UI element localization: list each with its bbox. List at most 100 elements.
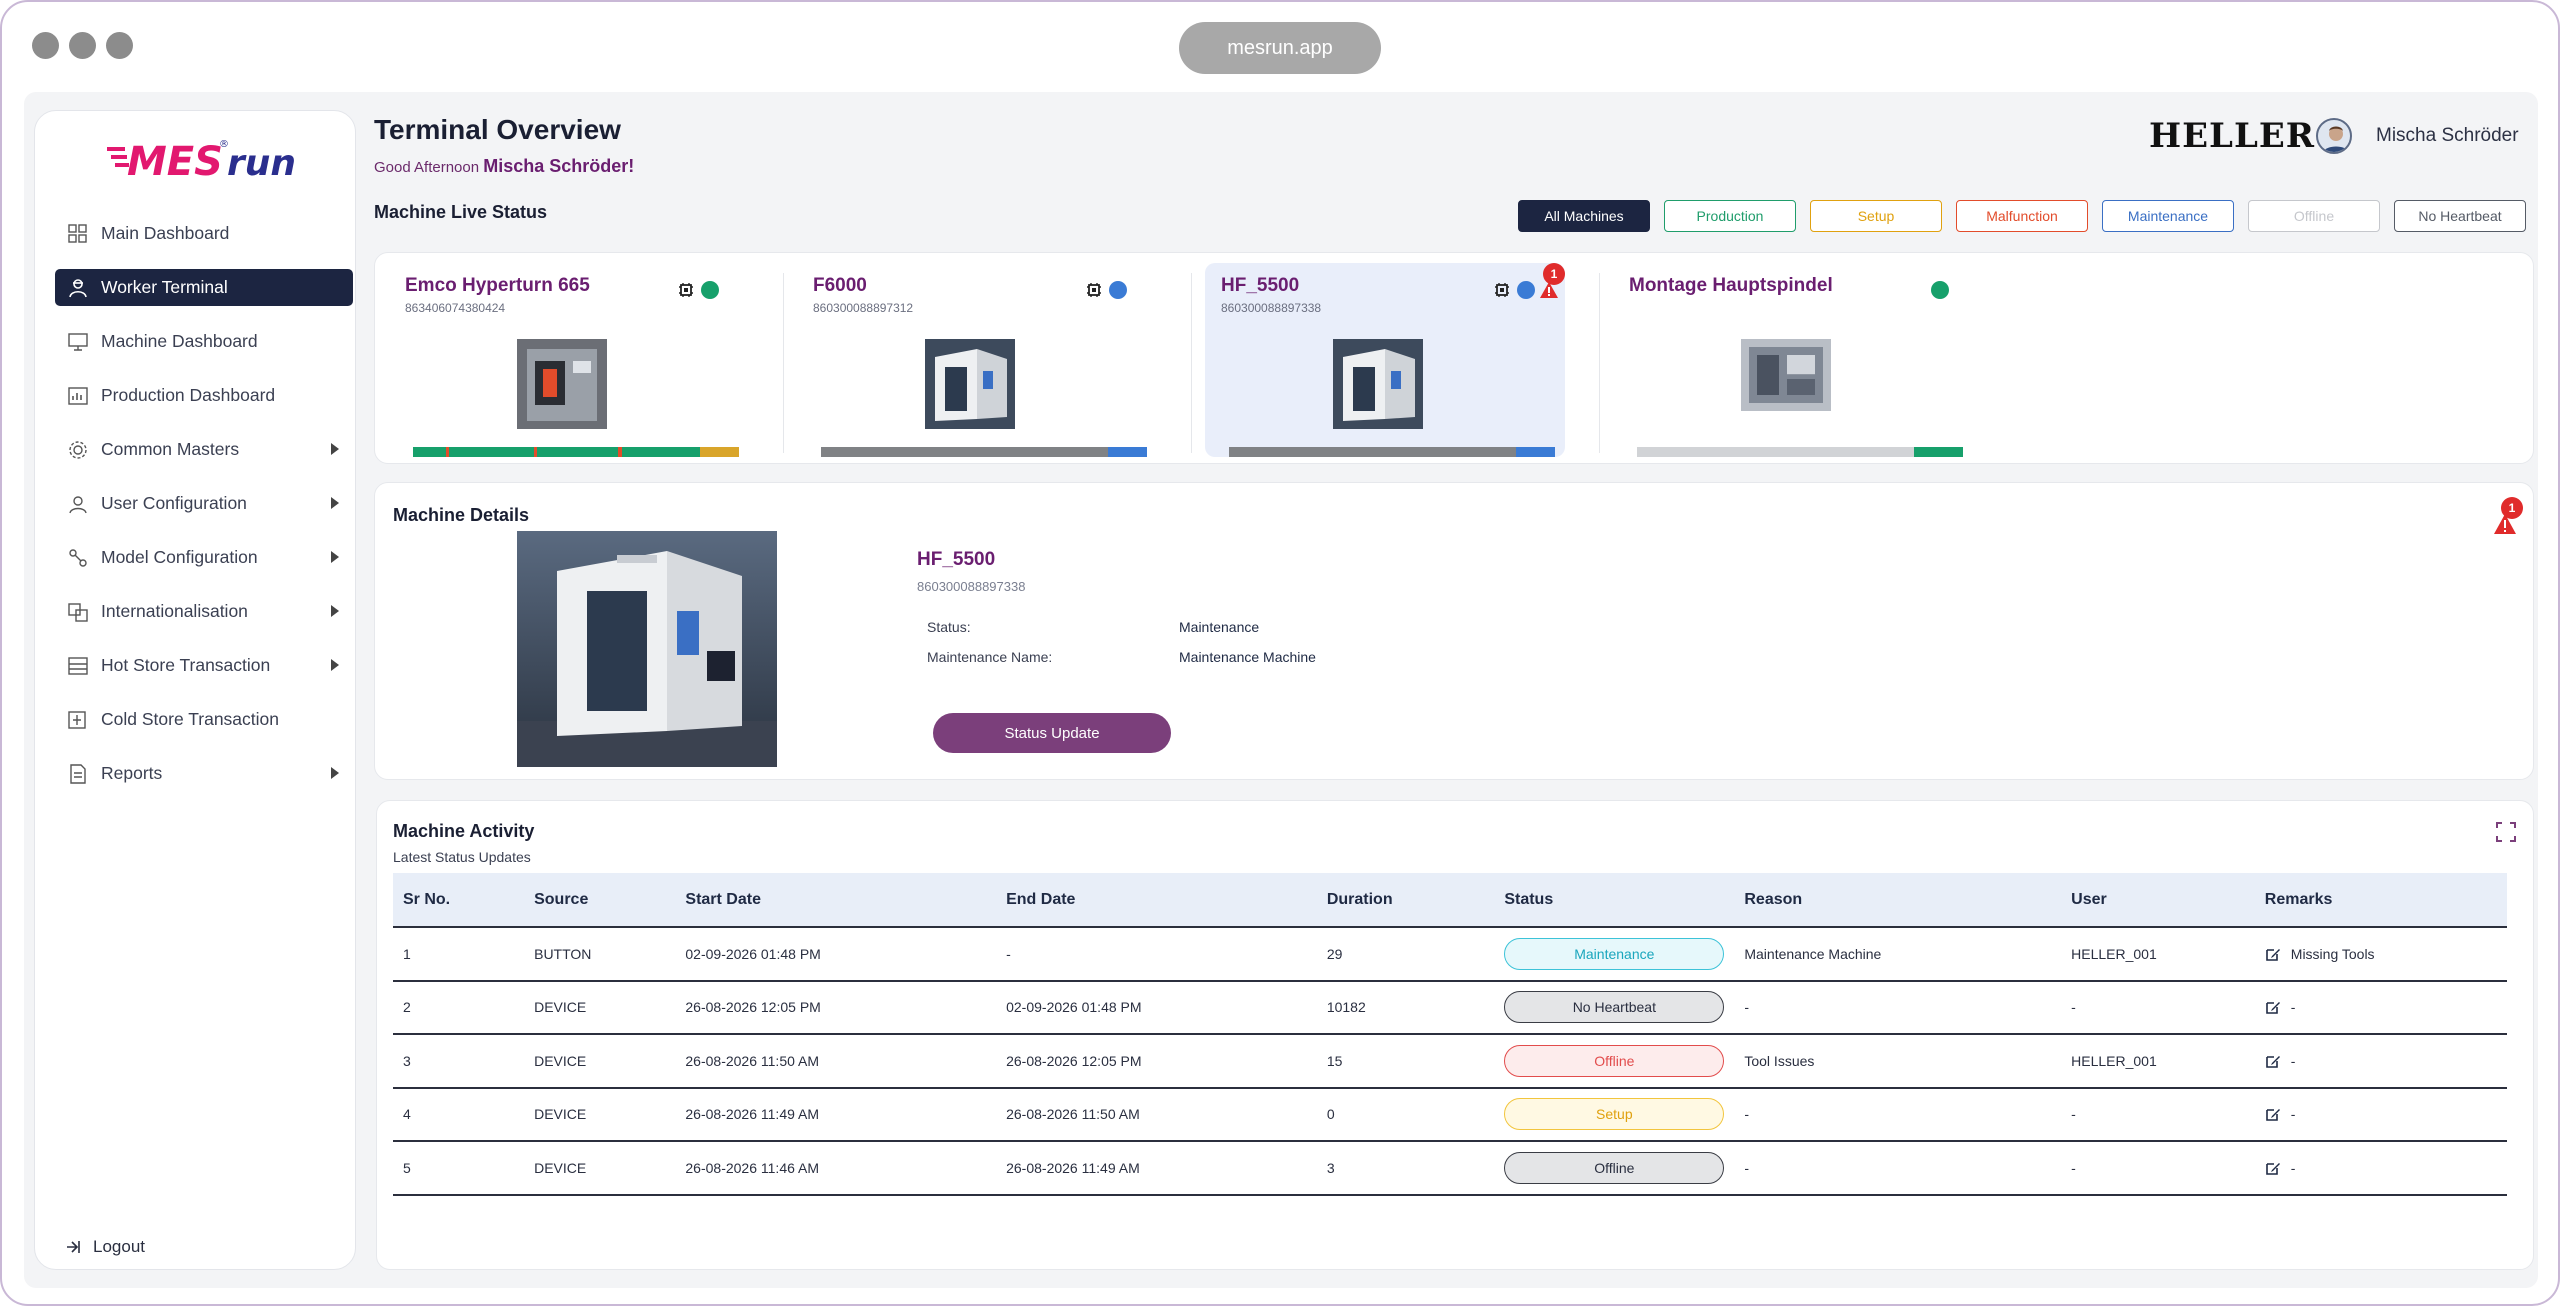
cell-duration: 10182 (1316, 980, 1495, 1035)
filter-offline[interactable]: Offline (2248, 200, 2380, 232)
table-row: 5 DEVICE 26-08-2026 11:46 AM 26-08-2026 11:… (393, 1141, 2507, 1196)
column-header[interactable]: Sr No. (393, 873, 525, 928)
sidebar-item-reports[interactable]: Reports (55, 755, 353, 792)
cell-remarks: - (2254, 1141, 2507, 1196)
edit-icon[interactable] (2265, 1160, 2281, 1176)
sidebar-item-internationalisation[interactable]: Internationalisation (55, 593, 353, 630)
greeting: Good Afternoon Mischa Schröder! (374, 156, 634, 177)
details-alert[interactable]: 1 (2493, 497, 2523, 537)
sidebar-item-label: Common Masters (101, 439, 240, 459)
sidebar-item-cold-store-transaction[interactable]: Cold Store Transaction (55, 701, 353, 738)
sidebar-item-user-configuration[interactable]: User Configuration (55, 485, 353, 522)
edit-icon[interactable] (2265, 999, 2281, 1015)
cell-remarks: Missing Tools (2254, 927, 2507, 982)
url-bar[interactable]: mesrun.app (1179, 22, 1381, 74)
column-header[interactable]: End Date (996, 873, 1317, 928)
table-row: 1 BUTTON 02-09-2026 01:48 PM -29 Maintenance… (393, 927, 2507, 982)
cell-status: Maintenance (1494, 927, 1735, 982)
close-window-button[interactable] (32, 32, 59, 59)
sidebar-item-worker-terminal[interactable]: Worker Terminal (55, 269, 353, 306)
sidebar-item-production-dashboard[interactable]: Production Dashboard (55, 377, 353, 414)
card-divider (783, 273, 784, 453)
edit-icon[interactable] (2265, 1053, 2281, 1069)
chip-icon (679, 283, 693, 297)
status-dot (1931, 281, 1949, 299)
cell-reason: Tool Issues (1734, 1034, 2062, 1089)
column-header[interactable]: Duration (1316, 873, 1495, 928)
detail-maintenance-value: Maintenance Machine (1179, 649, 1316, 665)
machine-card[interactable]: Emco Hyperturn 665 863406074380424 (389, 263, 749, 457)
sidebar-item-common-masters[interactable]: Common Masters (55, 431, 353, 468)
column-header[interactable]: Start Date (675, 873, 997, 928)
card-divider (1191, 273, 1192, 453)
machine-card[interactable]: Montage Hauptspindel (1613, 263, 1973, 457)
sidebar-item-main-dashboard[interactable]: Main Dashboard (55, 215, 353, 252)
sidebar-item-label: User Configuration (101, 493, 247, 513)
column-header[interactable]: Remarks (2254, 873, 2507, 928)
translate-icon (67, 601, 89, 623)
status-dot (1109, 281, 1127, 299)
cell-status: Setup (1494, 1087, 1735, 1142)
column-header[interactable]: User (2061, 873, 2255, 928)
machine-cards: Emco Hyperturn 665 863406074380424 F6000 86… (374, 252, 2534, 464)
cell-reason: Maintenance Machine (1734, 927, 2062, 982)
filter-maintenance[interactable]: Maintenance (2102, 200, 2234, 232)
column-header[interactable]: Reason (1734, 873, 2062, 928)
status-dot (1517, 281, 1535, 299)
cell-user: - (2061, 1141, 2255, 1196)
status-timeline-bar (413, 447, 739, 457)
cell-end-date: 02-09-2026 01:48 PM (996, 980, 1317, 1035)
card-divider (1599, 273, 1600, 453)
grid-icon (67, 223, 89, 245)
filter-no-heartbeat[interactable]: No Heartbeat (2394, 200, 2526, 232)
chevron-right-icon (331, 443, 339, 455)
remark-text: Missing Tools (2290, 945, 2375, 962)
status-timeline-bar (1229, 447, 1555, 457)
logout-button[interactable]: Logout (65, 1237, 145, 1257)
sidebar-item-hot-store-transaction[interactable]: Hot Store Transaction (55, 647, 353, 684)
table-row: 2 DEVICE 26-08-2026 12:05 PM 02-09-2026 01:… (393, 980, 2507, 1035)
sidebar-item-model-configuration[interactable]: Model Configuration (55, 539, 353, 576)
filter-production[interactable]: Production (1664, 200, 1796, 232)
maximize-window-button[interactable] (106, 32, 133, 59)
column-header[interactable]: Source (524, 873, 676, 928)
machine-card[interactable]: HF_5500 860300088897338 1 (1205, 263, 1565, 457)
cell-source: BUTTON (524, 927, 676, 982)
user-name[interactable]: Mischa Schröder (2376, 125, 2519, 147)
sidebar-item-label: Cold Store Transaction (101, 709, 280, 729)
status-timeline-bar (821, 447, 1147, 457)
status-badge: Offline (1504, 1044, 1725, 1077)
status-badge: Setup (1504, 1098, 1725, 1131)
cell-remarks: - (2254, 1034, 2507, 1089)
filter-all-machines[interactable]: All Machines (1518, 200, 1650, 232)
edit-icon[interactable] (2265, 1106, 2281, 1122)
column-header[interactable]: Status (1494, 873, 1735, 928)
sidebar-item-machine-dashboard[interactable]: Machine Dashboard (55, 323, 353, 360)
company-logo: HELLER (2149, 116, 2316, 156)
status-badge: Maintenance (1504, 937, 1725, 970)
detail-machine-serial: 860300088897338 (917, 579, 1026, 594)
live-status-label: Machine Live Status (374, 202, 548, 222)
filter-setup[interactable]: Setup (1810, 200, 1942, 232)
chevron-right-icon (331, 659, 339, 671)
cell-sr: 3 (393, 1034, 525, 1089)
machine-card[interactable]: F6000 860300088897312 (797, 263, 1157, 457)
minimize-window-button[interactable] (69, 32, 96, 59)
table-header-row: Sr No. Source Start Date End Date Duration St… (393, 873, 2507, 928)
machine-image (517, 531, 777, 767)
fullscreen-icon[interactable] (2495, 821, 2517, 843)
filter-malfunction[interactable]: Malfunction (1956, 200, 2088, 232)
status-update-button[interactable]: Status Update (933, 713, 1171, 753)
avatar[interactable] (2316, 118, 2352, 154)
sidebar-item-label: Main Dashboard (101, 223, 230, 243)
cell-remarks: - (2254, 980, 2507, 1035)
detail-maintenance-label: Maintenance Name: (927, 649, 1053, 665)
cell-end-date: - (996, 927, 1317, 982)
cell-status: Offline (1494, 1141, 1735, 1196)
cell-end-date: 26-08-2026 11:50 AM (996, 1087, 1317, 1142)
status-timeline-bar (1637, 447, 1963, 457)
edit-icon[interactable] (2265, 946, 2281, 962)
model-icon (67, 547, 89, 569)
remark-text: - (2290, 1159, 2296, 1176)
sidebar-item-label: Worker Terminal (101, 277, 228, 297)
